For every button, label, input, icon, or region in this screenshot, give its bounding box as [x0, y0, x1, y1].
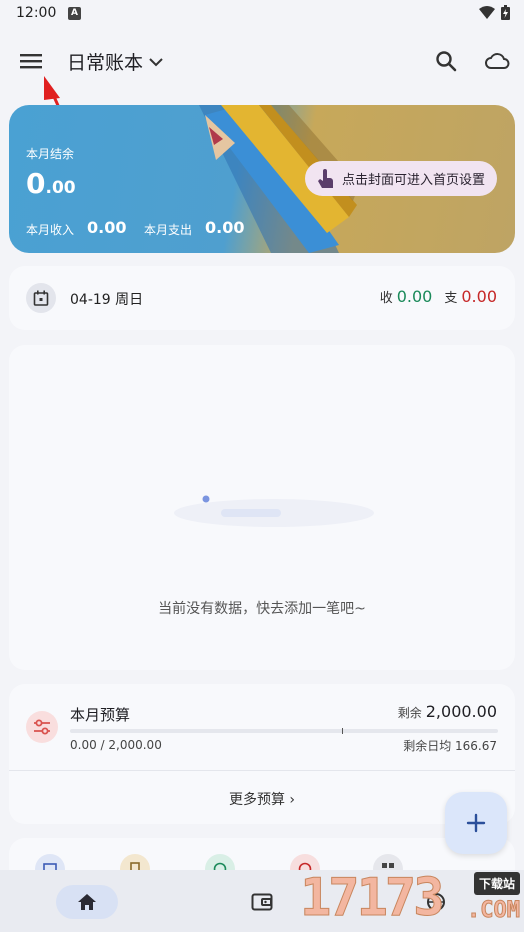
- budget-used: 0.00 / 2,000.00: [70, 738, 162, 752]
- battery-icon: [501, 5, 510, 20]
- empty-illustration: [174, 495, 374, 527]
- budget-progress-marker: [342, 728, 343, 734]
- records-empty-card: 当前没有数据，快去添加一笔吧~: [9, 345, 515, 670]
- status-bar: 12:00 A: [0, 0, 524, 28]
- month-income-label: 本月收入: [26, 223, 75, 237]
- daily-summary-card[interactable]: 04-19 周日 收 0.00 支 0.00: [9, 266, 515, 330]
- add-record-button[interactable]: [445, 792, 507, 854]
- balance-integer: 0: [26, 167, 46, 200]
- cloud-icon: [485, 53, 510, 69]
- day-totals: 收 0.00 支 0.00: [380, 287, 497, 306]
- budget-remaining: 剩余 2,000.00: [398, 702, 497, 721]
- cover-settings-tip[interactable]: 点击封面可进入首页设置: [305, 161, 498, 196]
- day-income-value: 0.00: [396, 287, 433, 306]
- watermark-number: 17173: [300, 868, 446, 929]
- status-icons: [479, 5, 510, 20]
- status-time: 12:00: [16, 5, 57, 21]
- book-title: 日常账本: [67, 52, 144, 74]
- watermark-tag: 下载站: [473, 872, 520, 895]
- empty-message: 当前没有数据，快去添加一笔吧~: [158, 601, 366, 617]
- wallet-icon: [251, 893, 273, 911]
- cloud-sync-button[interactable]: [482, 47, 512, 75]
- tap-hand-icon: [318, 168, 333, 188]
- watermark-com: .COM: [467, 898, 521, 924]
- budget-title: 本月预算: [70, 706, 131, 724]
- budget-remain-label: 剩余: [397, 706, 422, 720]
- budget-daily-average: 剩余日均 166.67: [403, 739, 497, 753]
- home-icon: [78, 894, 96, 910]
- current-date: 04-19 周日: [70, 292, 144, 308]
- nav-home-tab[interactable]: [56, 885, 118, 919]
- balance-decimal: .00: [45, 178, 76, 198]
- month-balance-value: 0.00: [26, 167, 76, 200]
- month-balance-label: 本月结余: [26, 147, 75, 161]
- wifi-icon: [479, 5, 495, 19]
- day-income-label: 收: [379, 291, 393, 306]
- nav-wallet-tab[interactable]: [246, 887, 278, 917]
- search-icon: [436, 51, 457, 72]
- month-expense-value: 0.00: [205, 218, 245, 237]
- plus-icon: [466, 813, 486, 833]
- chevron-down-icon: [149, 57, 163, 66]
- hamburger-menu-icon: [20, 54, 42, 69]
- site-watermark: 17173 下载站 .COM: [296, 866, 524, 932]
- menu-button[interactable]: [14, 46, 48, 76]
- more-budget-link[interactable]: 更多预算 ›: [9, 789, 515, 809]
- book-selector[interactable]: 日常账本: [67, 48, 163, 75]
- search-button[interactable]: [432, 47, 460, 75]
- budget-card[interactable]: 本月预算 剩余 2,000.00 0.00 / 2,000.00 剩余日均 16…: [9, 684, 515, 824]
- calendar-icon: [26, 283, 56, 313]
- top-app-bar: 日常账本: [0, 36, 524, 88]
- cover-tip-text: 点击封面可进入首页设置: [342, 173, 486, 188]
- divider: [9, 770, 515, 771]
- budget-remain-value: 2,000.00: [425, 702, 497, 721]
- day-expense-label: 支: [444, 291, 458, 306]
- month-income-value: 0.00: [87, 218, 127, 237]
- budget-progress-bar: [70, 728, 498, 734]
- month-expense-label: 本月支出: [144, 223, 193, 237]
- cover-banner[interactable]: 本月结余 0.00 本月收入 0.00 本月支出 0.00 点击封面可进入首页设…: [9, 105, 515, 253]
- notification-a-icon: A: [68, 7, 81, 20]
- budget-sliders-icon: [26, 711, 58, 743]
- day-expense-value: 0.00: [461, 287, 497, 306]
